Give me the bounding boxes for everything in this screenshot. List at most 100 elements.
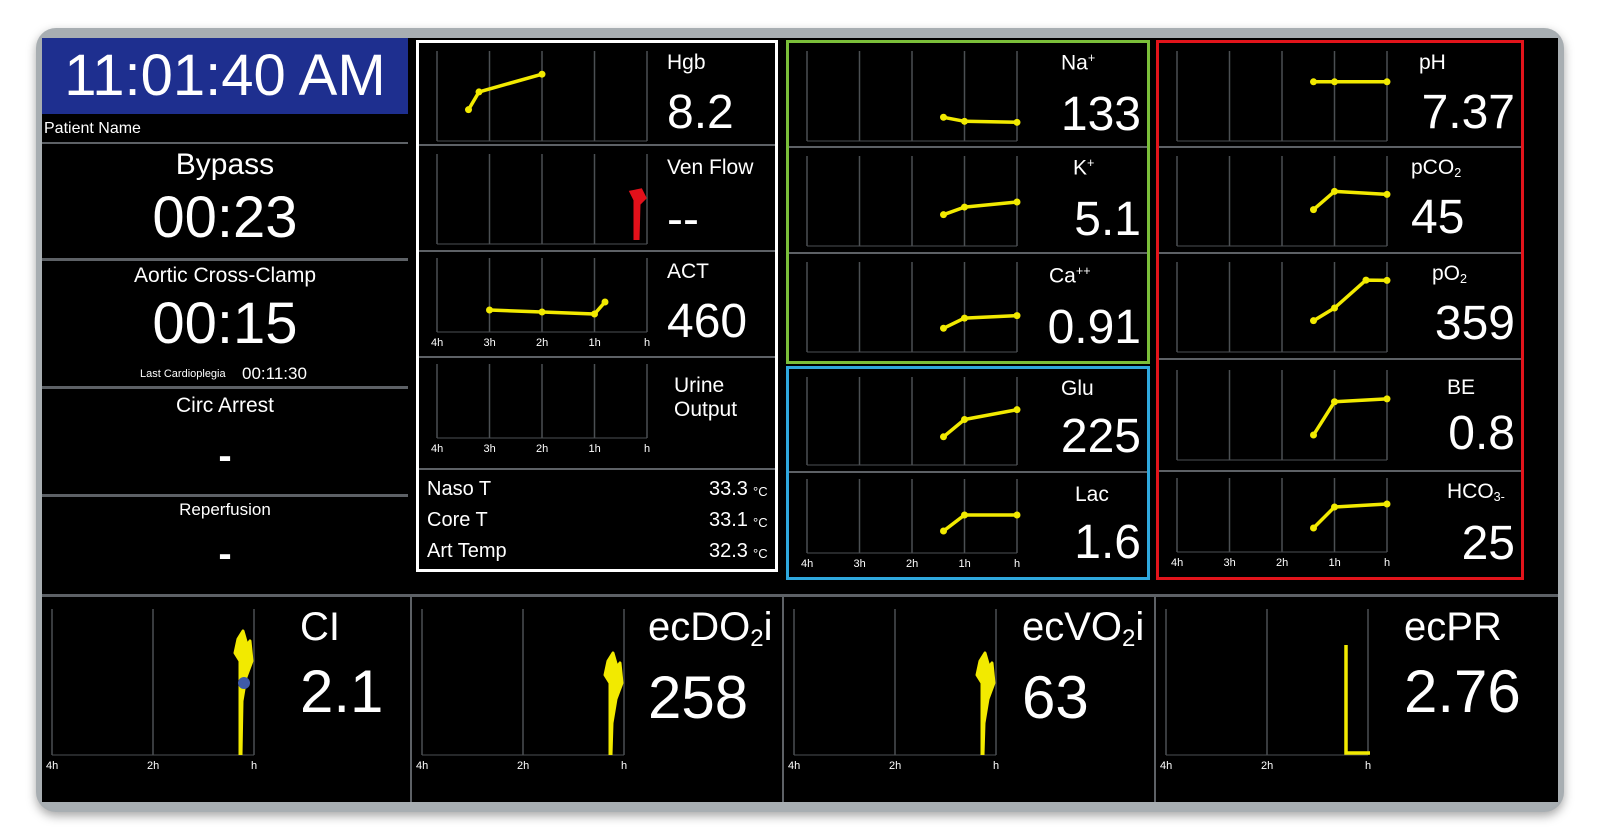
glu-value: 225: [1060, 410, 1141, 463]
ph-value: 7.37: [1421, 86, 1515, 139]
trend-point: [961, 314, 968, 322]
trend-point: [1331, 187, 1338, 195]
hgb-tile[interactable]: Hgb 8.2: [419, 43, 775, 145]
be-label: BE: [1447, 376, 1476, 399]
lac-tile[interactable]: 4h 3h 2h 1h h Lac 1.6: [789, 473, 1147, 577]
trend-line: [942, 313, 1018, 330]
core-temp-value: 33.1: [709, 509, 748, 531]
po2-tile[interactable]: pO2 359: [1159, 254, 1521, 358]
trend-line: [1312, 189, 1388, 211]
ecdo2i-label-text: ecDO: [648, 605, 751, 649]
ca-tile[interactable]: Ca++ 0.91: [789, 254, 1147, 360]
be-tile[interactable]: BE 0.8: [1159, 360, 1521, 470]
ecdo2i-tile[interactable]: 4h 2h h ecDO2i 258: [412, 597, 782, 802]
trend-trace: [1344, 645, 1370, 755]
axis-tick-label: 2h: [889, 760, 901, 772]
trend-point: [475, 88, 483, 96]
na-tile[interactable]: Na+ 133: [789, 43, 1147, 147]
trend-line: [1312, 397, 1388, 436]
axis-tick-label: 3h: [484, 337, 496, 349]
trend-point: [940, 113, 947, 121]
trend-point: [1383, 500, 1391, 508]
k-label-text: K: [1073, 156, 1088, 180]
clock-panel: 11:01:40 AM: [42, 38, 408, 114]
ecvo2i-label-text: ecVO: [1022, 605, 1123, 649]
ca-label-sup: ++: [1075, 264, 1091, 278]
urine-label-line2: Output: [674, 398, 738, 421]
k-trend-chart: [806, 156, 1021, 247]
axis-tick-label: h: [621, 760, 627, 772]
act-trend-chart: 4h 3h 2h 1h h: [431, 258, 650, 349]
ecpr-tile[interactable]: 4h 2h h ecPR 2.76: [1156, 597, 1558, 802]
ven-flow-tile[interactable]: Ven Flow --: [419, 146, 775, 250]
trend-point: [940, 527, 947, 535]
hgb-label: Hgb: [667, 51, 706, 74]
axis-tick-label: 3h: [484, 443, 496, 455]
axis-tick-label: 1h: [1329, 557, 1341, 569]
ph-tile[interactable]: pH 7.37: [1159, 43, 1521, 147]
trend-point: [1331, 503, 1338, 511]
axis-tick-label: 2h: [906, 558, 918, 570]
pco2-label: pCO2: [1411, 156, 1461, 180]
trend-line: [943, 115, 1018, 125]
trend-line: [942, 407, 1018, 439]
temperature-list: Naso T 33.3 °C Core T 33.1 °C Art Temp 3…: [419, 470, 775, 570]
k-value: 5.1: [1074, 193, 1141, 246]
art-temp-unit: °C: [753, 546, 768, 561]
na-label-text: Na: [1061, 51, 1088, 75]
trend-trace: [975, 651, 996, 756]
ecvo2i-tile[interactable]: 4h 2h h ecVO2i 63: [784, 597, 1154, 802]
urine-output-tile[interactable]: 4h 3h 2h 1h h Urine Output: [419, 358, 775, 468]
axis-tick-label: h: [993, 760, 999, 772]
act-value: 460: [667, 295, 748, 348]
trend-point: [1331, 304, 1338, 312]
patient-name-label: Patient Name: [44, 120, 141, 137]
glu-tile[interactable]: Glu 225: [789, 369, 1147, 471]
lac-trend-chart: 4h 3h 2h 1h h: [801, 479, 1021, 570]
hco3-tile[interactable]: 4h 3h 2h 1h h HCO3- 25: [1159, 472, 1521, 576]
trend-point: [1383, 190, 1391, 198]
hgb-value: 8.2: [667, 86, 734, 139]
pco2-tile[interactable]: pCO2 45: [1159, 148, 1521, 252]
reperfusion-label: Reperfusion: [179, 500, 271, 519]
act-tile[interactable]: 4h 3h 2h 1h h ACT 460: [419, 252, 775, 356]
naso-temp-value: 33.3: [709, 478, 748, 500]
trend-line: [942, 513, 1017, 533]
trend-point: [1310, 78, 1317, 86]
k-label-sup: +: [1087, 156, 1095, 170]
po2-label-sub: 2: [1460, 272, 1468, 287]
trend-point: [1310, 524, 1317, 532]
ecvo2i-label: ecVO2i: [1022, 605, 1144, 653]
bypass-timer: 00:23: [152, 185, 298, 250]
pco2-label-text: pCO: [1411, 156, 1455, 179]
bypass-label: Bypass: [175, 148, 275, 181]
trend-point: [1331, 398, 1338, 406]
trend-point: [1362, 276, 1370, 284]
ph-label: pH: [1419, 51, 1446, 74]
po2-value: 359: [1434, 297, 1515, 350]
k-tile[interactable]: K+ 5.1: [789, 148, 1147, 252]
trend-point: [1310, 206, 1317, 214]
art-temp-value: 32.3: [709, 540, 748, 562]
lac-value: 1.6: [1074, 516, 1141, 569]
hco3-label: HCO3-: [1447, 480, 1505, 504]
po2-trend-chart: [1176, 262, 1391, 353]
trend-trace: [603, 651, 624, 756]
axis-tick-label: 3h: [854, 558, 866, 570]
ci-tile[interactable]: 4h 2h h CI 2.1: [42, 597, 410, 802]
axis-tick-label: 4h: [46, 760, 58, 772]
ca-label-text: Ca: [1049, 264, 1076, 288]
trend-point: [1310, 317, 1317, 325]
hco3-label-text: HCO: [1447, 480, 1494, 503]
ven-flow-trend-chart: [436, 154, 648, 245]
ecpr-value: 2.76: [1404, 658, 1521, 725]
ven-flow-value: --: [667, 193, 699, 246]
hco3-label-sub: 3-: [1493, 490, 1505, 505]
axis-tick-label: 4h: [788, 760, 800, 772]
trend-line: [1312, 278, 1388, 323]
na-label-sup: +: [1087, 51, 1096, 65]
trend-point: [961, 416, 968, 424]
cross-clamp-label: Aortic Cross-Clamp: [133, 264, 317, 287]
axis-tick-label: 2h: [517, 760, 529, 772]
trend-line: [942, 200, 1018, 217]
